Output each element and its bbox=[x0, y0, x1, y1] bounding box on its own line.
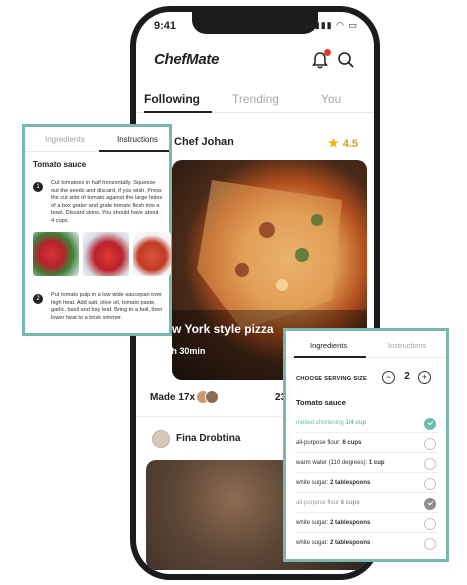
recipe-title[interactable]: w York style pizza bbox=[172, 322, 274, 336]
phone-notch bbox=[192, 12, 318, 34]
serving-value: 2 bbox=[404, 371, 410, 382]
tab-ingredients[interactable]: Ingredients bbox=[45, 135, 85, 144]
status-icons: ▮▮▮▮ ◠ ▭ bbox=[308, 20, 358, 30]
check-circle-icon[interactable] bbox=[424, 538, 436, 550]
made-avatars[interactable] bbox=[196, 390, 228, 406]
ingredient-text: all-purpose flour 6 cups bbox=[296, 500, 360, 506]
ingredient-row[interactable]: warm water (110 degrees): 1 cup bbox=[296, 453, 438, 473]
instructions-card-tabs: Ingredients Instructions bbox=[25, 127, 169, 153]
ingredients-card: Ingredients Instructions CHOOSE SERVING … bbox=[283, 328, 449, 562]
status-time: 9:41 bbox=[154, 20, 177, 32]
active-tab-indicator bbox=[294, 356, 366, 358]
made-count: Made 17x bbox=[150, 392, 196, 403]
post-rating: ★ 4.5 bbox=[328, 136, 358, 150]
notification-bell-icon[interactable] bbox=[310, 49, 331, 70]
clock-icon: ◷ bbox=[156, 346, 164, 356]
tomato-sauce-image[interactable] bbox=[133, 232, 171, 276]
avatar[interactable] bbox=[152, 430, 170, 448]
active-tab-indicator bbox=[144, 111, 212, 113]
grated-tomato-image[interactable] bbox=[83, 232, 129, 276]
check-circle-icon[interactable] bbox=[424, 478, 436, 490]
increase-serving-button[interactable]: + bbox=[418, 371, 431, 384]
tab-instructions[interactable]: Instructions bbox=[388, 341, 426, 350]
ingredient-text: white sugar: 2 tablespoons bbox=[296, 540, 371, 546]
ingredient-row[interactable]: white sugar: 2 tablespoons bbox=[296, 473, 438, 493]
ingredient-row[interactable]: all-purpose flour: 6 cups bbox=[296, 433, 438, 453]
ingredients-card-tabs: Ingredients Instructions bbox=[286, 331, 446, 358]
check-circle-icon[interactable] bbox=[424, 458, 436, 470]
instructions-card: Ingredients Instructions Tomato sauce 1 … bbox=[22, 124, 172, 336]
ingredient-text: white sugar: 2 tablespoons bbox=[296, 480, 371, 486]
step-text: Cut tomatoes in half horizontally. Squee… bbox=[51, 180, 163, 224]
step-number: 1 bbox=[33, 182, 43, 192]
post-author[interactable]: Chef Johan bbox=[174, 136, 234, 148]
check-circle-icon[interactable] bbox=[424, 498, 436, 510]
ingredient-row[interactable]: white sugar: 2 tablespoons bbox=[296, 513, 438, 533]
tab-ingredients[interactable]: Ingredients bbox=[310, 341, 347, 350]
ingredient-text: white sugar: 2 tablespoons bbox=[296, 520, 371, 526]
rating-value: 4.5 bbox=[342, 138, 358, 150]
post-author-2[interactable]: Fina Drobtina bbox=[176, 433, 240, 444]
step-text: Put tomato pulp in a low wide saucepan o… bbox=[51, 292, 163, 321]
section-title: Tomato sauce bbox=[296, 398, 346, 407]
tomatoes-image[interactable] bbox=[33, 232, 79, 276]
step-number: 2 bbox=[33, 294, 43, 304]
section-title: Tomato sauce bbox=[33, 160, 87, 169]
feed-tabs: Following Trending You bbox=[136, 92, 374, 118]
ingredient-text: warm water (110 degrees): 1 cup bbox=[296, 460, 385, 466]
app-brand: ChefMate bbox=[154, 51, 220, 68]
serving-size-label: CHOOSE SERVING SIZE bbox=[296, 376, 368, 382]
ingredient-text: melted shortening 1/4 cup bbox=[296, 420, 367, 426]
search-icon[interactable] bbox=[336, 50, 356, 70]
recipe-time: ◷ 1h 30min bbox=[156, 346, 205, 357]
tab-following[interactable]: Following bbox=[144, 92, 200, 106]
check-circle-icon[interactable] bbox=[424, 518, 436, 530]
decrease-serving-button[interactable]: − bbox=[382, 371, 395, 384]
serving-stepper: − 2 + bbox=[382, 371, 432, 385]
notification-dot bbox=[324, 49, 331, 56]
ingredient-row[interactable]: melted shortening 1/4 cup bbox=[296, 413, 438, 433]
star-icon: ★ bbox=[327, 136, 339, 150]
ingredient-row[interactable]: all-purpose flour 6 cups bbox=[296, 493, 438, 513]
check-circle-icon[interactable] bbox=[424, 438, 436, 450]
tab-you[interactable]: You bbox=[321, 92, 341, 106]
recipe-time-value: 1h 30min bbox=[166, 346, 206, 356]
ingredient-row[interactable]: white sugar: 2 tablespoons bbox=[296, 533, 438, 553]
active-tab-indicator bbox=[99, 150, 169, 152]
tab-instructions[interactable]: Instructions bbox=[117, 135, 158, 144]
step-images bbox=[33, 232, 171, 276]
check-circle-icon[interactable] bbox=[424, 418, 436, 430]
ingredient-text: all-purpose flour: 6 cups bbox=[296, 440, 362, 446]
avatar bbox=[205, 390, 219, 404]
tab-trending[interactable]: Trending bbox=[232, 92, 279, 106]
